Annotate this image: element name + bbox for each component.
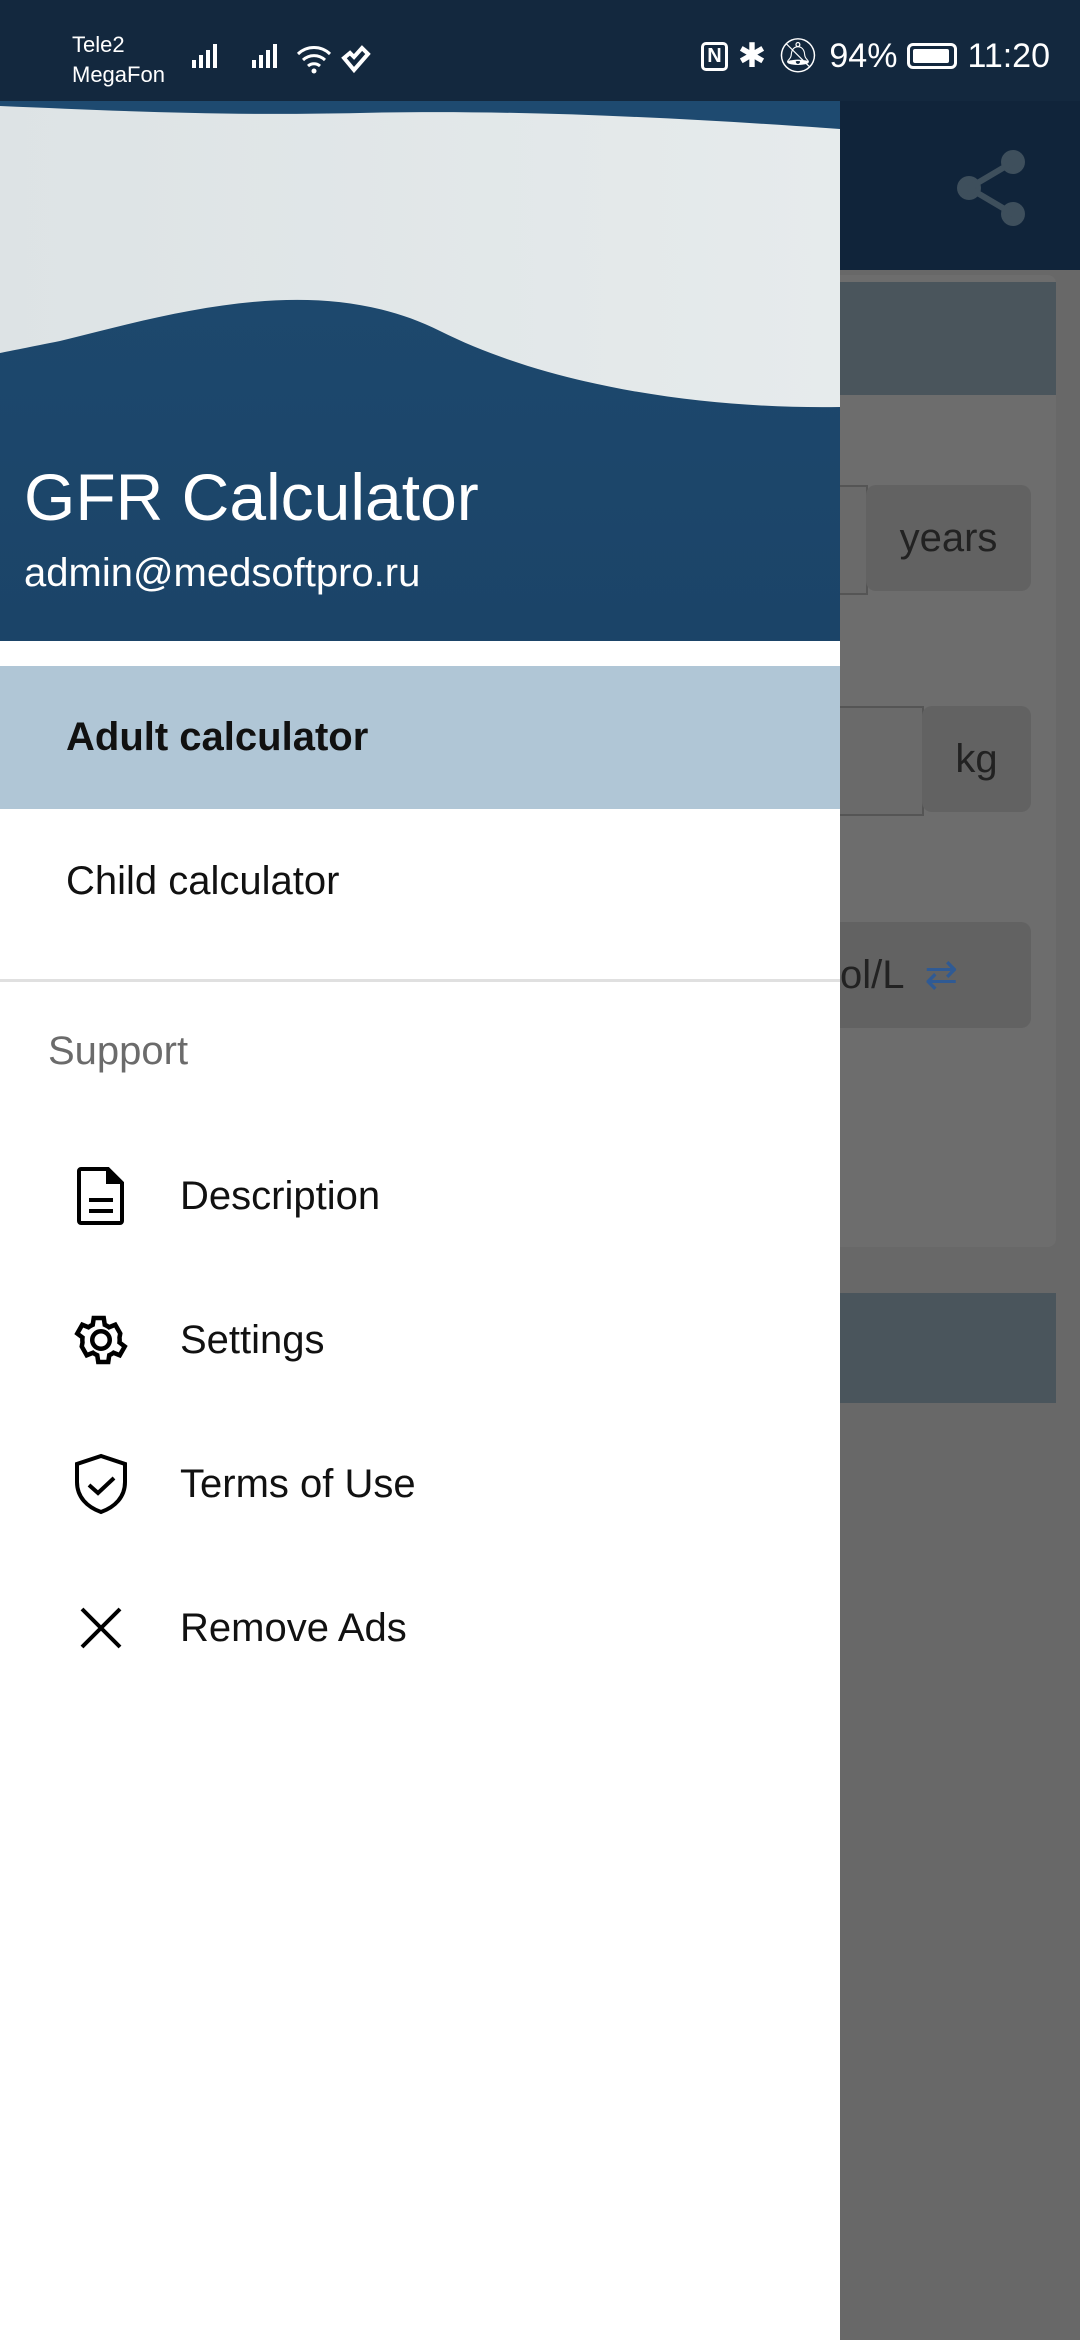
nav-item-label: Terms of Use (180, 1461, 416, 1506)
drawer-header: GFR Calculator admin@medsoftpro.ru (0, 101, 840, 641)
bell-muted-icon: 🔕︎ (776, 37, 820, 75)
nav-item-child-calculator[interactable]: Child calculator (0, 809, 840, 953)
drawer-title: GFR Calculator (24, 460, 479, 534)
bluetooth-icon: ✱ (737, 37, 767, 75)
nfc-icon: N (701, 41, 728, 71)
nav-item-label: Settings (180, 1317, 325, 1362)
nav-item-terms-of-use[interactable]: Terms of Use (0, 1414, 840, 1554)
heart-health-icon (341, 45, 371, 74)
clock: 11:20 (967, 36, 1050, 75)
creatinine-unit-toggle[interactable]: ol/L ⇄ (820, 922, 1031, 1028)
battery-icon (907, 43, 958, 69)
nav-item-label: Adult calculator (66, 715, 369, 759)
carrier-2: MegaFon (72, 62, 165, 87)
nav-item-label: Child calculator (66, 858, 340, 903)
nav-item-remove-ads[interactable]: Remove Ads (0, 1558, 840, 1698)
nav-item-label: Description (180, 1173, 381, 1218)
battery-percent: 94% (829, 36, 898, 75)
weight-unit: kg (922, 706, 1031, 812)
carrier-names: Tele2 MegaFon (72, 30, 165, 90)
status-bar: Tele2 MegaFon N ✱ 🔕︎ 94% 11:20 (0, 0, 1080, 101)
carrier-1: Tele2 (72, 32, 125, 57)
result-card-header (820, 1293, 1056, 1403)
card-header (820, 282, 1056, 395)
creatinine-unit: ol/L (840, 952, 905, 997)
nav-item-settings[interactable]: Settings (0, 1270, 840, 1410)
nav-item-adult-calculator[interactable]: Adult calculator (0, 666, 840, 809)
navigation-drawer: GFR Calculator admin@medsoftpro.ru Adult… (0, 101, 840, 2340)
status-right: N ✱ 🔕︎ 94% 11:20 (701, 36, 1050, 76)
section-label-support: Support (48, 1029, 189, 1073)
document-icon (71, 1166, 131, 1226)
age-unit: years (866, 485, 1031, 591)
close-icon (71, 1598, 131, 1658)
wifi-icon (296, 46, 332, 74)
share-icon[interactable] (955, 148, 1029, 228)
gear-icon (71, 1310, 131, 1370)
nav-item-description[interactable]: Description (0, 1126, 840, 1266)
drawer-email: admin@medsoftpro.ru (24, 551, 421, 595)
signal-icon (192, 44, 220, 68)
swap-icon: ⇄ (924, 953, 959, 997)
nav-item-label: Remove Ads (180, 1605, 407, 1650)
shield-check-icon (71, 1453, 131, 1515)
divider (0, 979, 840, 982)
signal-icon (252, 44, 280, 68)
